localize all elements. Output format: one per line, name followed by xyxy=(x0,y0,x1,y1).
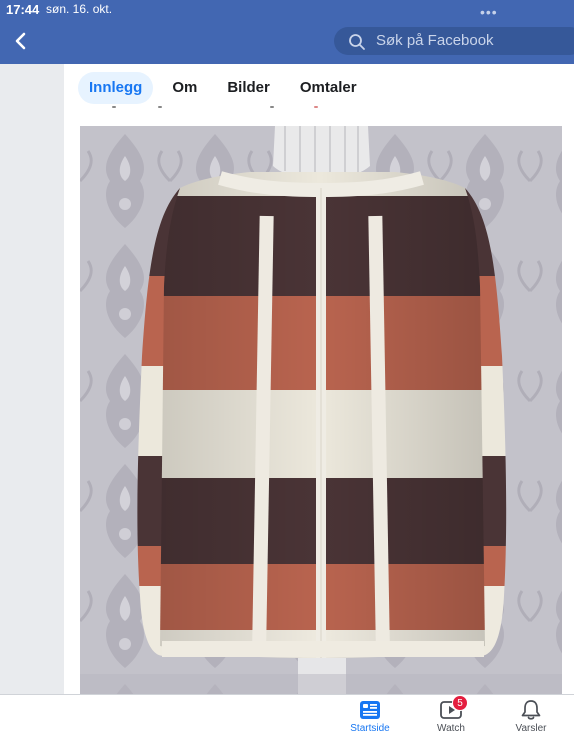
nav-watch[interactable]: 5 Watch xyxy=(421,695,481,734)
tab-innlegg[interactable]: Innlegg xyxy=(78,72,154,104)
left-gutter xyxy=(0,64,64,694)
more-dots-icon[interactable]: ••• xyxy=(480,4,498,20)
status-date: søn. 16. okt. xyxy=(46,2,113,16)
top-bar: 17:44 søn. 16. okt. ••• Søk på Facebook xyxy=(0,0,574,64)
bottom-nav: Startside 5 Watch Varsler xyxy=(0,694,574,738)
nav-varsler[interactable]: Varsler xyxy=(501,699,561,734)
chevron-left-icon xyxy=(15,32,26,50)
nav-label-startside: Startside xyxy=(350,723,390,734)
clipped-text-remnant xyxy=(78,104,338,110)
tab-om[interactable]: Om xyxy=(161,72,208,104)
home-feed-icon xyxy=(360,701,380,719)
cardigan-image xyxy=(80,126,562,694)
search-icon xyxy=(349,34,365,50)
tab-bilder[interactable]: Bilder xyxy=(216,72,281,104)
search-field[interactable]: Søk på Facebook xyxy=(334,27,574,55)
status-time: 17:44 xyxy=(6,2,40,17)
nav-label-watch: Watch xyxy=(437,723,465,734)
post-photo[interactable] xyxy=(80,126,562,694)
back-button[interactable] xyxy=(10,30,32,52)
tab-omtaler[interactable]: Omtaler xyxy=(289,72,368,104)
watch-badge: 5 xyxy=(452,695,468,711)
search-placeholder: Søk på Facebook xyxy=(376,32,494,49)
page-tabs: Innlegg Om Bilder Omtaler xyxy=(78,72,376,104)
nav-startside[interactable]: Startside xyxy=(340,699,400,734)
bell-icon xyxy=(521,700,541,720)
nav-label-varsler: Varsler xyxy=(515,723,547,734)
page-content: Innlegg Om Bilder Omtaler xyxy=(64,64,574,694)
